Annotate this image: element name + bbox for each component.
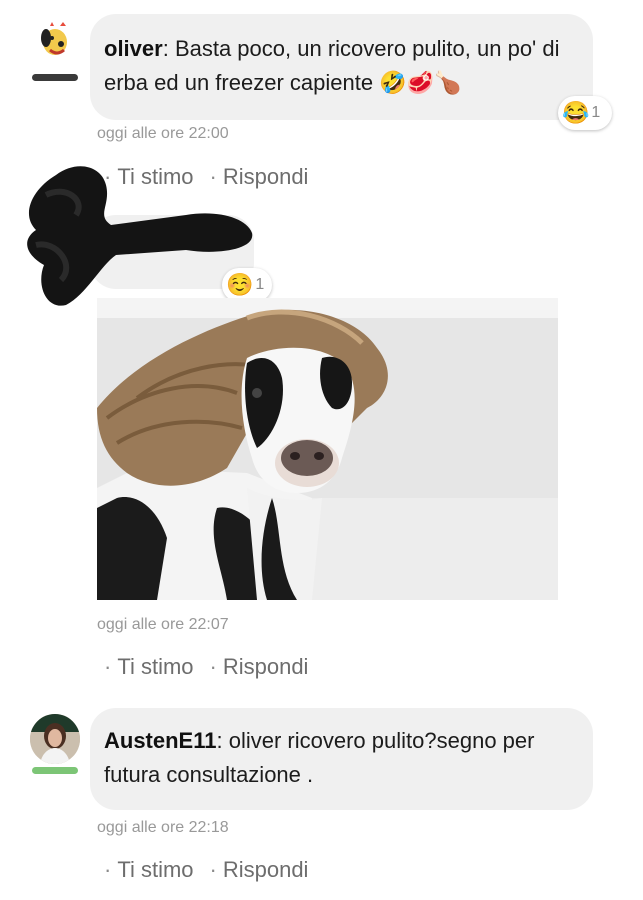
reaction-count: 1	[255, 276, 265, 293]
reaction-badge[interactable]: 😂 1	[558, 96, 612, 130]
reaction-badge[interactable]: ☺️ 1	[222, 268, 272, 302]
comment-actions: · Ti stimo · Rispondi	[104, 654, 309, 679]
comment-actions: · Ti stimo · Rispondi	[104, 857, 309, 882]
comment-author[interactable]: AustenE11	[104, 728, 217, 753]
comment-timestamp: oggi alle ore 22:07	[97, 616, 229, 633]
laughing-crying-emoji-icon: 😂	[562, 100, 590, 125]
avatar-oliver[interactable]	[30, 20, 80, 70]
comment-text: AustenE11: oliver ricovero pulito?segno …	[104, 728, 535, 787]
reply-button[interactable]: Rispondi	[223, 857, 309, 882]
comment-author[interactable]: oliver	[104, 36, 163, 61]
comment-timestamp: oggi alle ore 22:00	[97, 125, 229, 142]
status-bar-austene11	[32, 767, 78, 774]
reaction-count: 1	[591, 104, 601, 121]
comment-timestamp: oggi alle ore 22:18	[97, 819, 229, 836]
comment-text: oliver: Basta poco, un ricovero pulito, …	[104, 36, 560, 95]
comment-bubble-oliver[interactable]: oliver: Basta poco, un ricovero pulito, …	[90, 14, 593, 120]
comment-bubble-austene11[interactable]: AustenE11: oliver ricovero pulito?segno …	[90, 708, 593, 810]
smiling-blush-emoji-icon: ☺️	[226, 272, 254, 297]
status-bar-oliver	[32, 74, 78, 81]
reply-button[interactable]: Rispondi	[223, 654, 309, 679]
comment-image[interactable]	[97, 298, 558, 600]
cow-with-long-hair-image	[97, 298, 558, 600]
like-button[interactable]: Ti stimo	[117, 654, 193, 679]
avatar-austene11[interactable]	[30, 714, 80, 764]
like-button[interactable]: Ti stimo	[117, 857, 193, 882]
